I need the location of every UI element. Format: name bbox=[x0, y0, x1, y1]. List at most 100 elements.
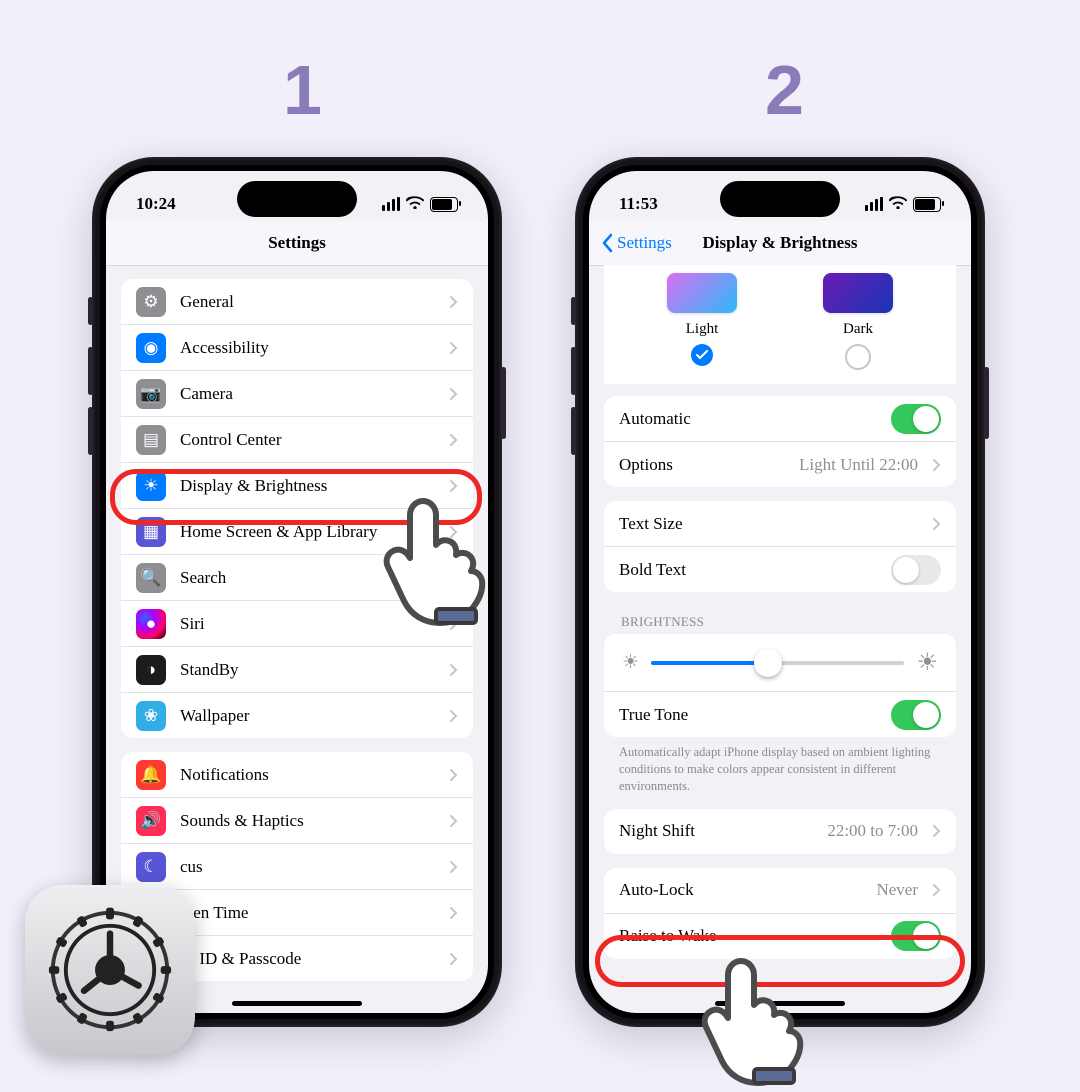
chevron-right-icon bbox=[449, 952, 458, 966]
chevron-right-icon bbox=[449, 617, 458, 631]
row-auto-lock[interactable]: Auto-Lock Never bbox=[604, 868, 956, 913]
chevron-right-icon bbox=[449, 663, 458, 677]
battery-icon bbox=[913, 197, 941, 212]
row-wallpaper[interactable]: ❀ Wallpaper bbox=[121, 692, 473, 738]
row-label: Home Screen & App Library bbox=[180, 522, 435, 542]
radio-unchecked-icon bbox=[845, 344, 871, 370]
chevron-right-icon bbox=[449, 709, 458, 723]
true-tone-footer: Automatically adapt iPhone display based… bbox=[619, 744, 941, 795]
chevron-right-icon bbox=[449, 768, 458, 782]
chevron-right-icon bbox=[449, 571, 458, 585]
row-label: Siri bbox=[180, 614, 435, 634]
back-button[interactable]: Settings bbox=[601, 233, 672, 253]
cellular-icon bbox=[382, 197, 400, 211]
brightness-slider[interactable] bbox=[651, 661, 904, 665]
appearance-dark[interactable]: Dark bbox=[823, 273, 893, 370]
sun-small-icon: ☀︎ bbox=[622, 651, 639, 674]
wifi-icon bbox=[889, 194, 907, 214]
siri-icon: ● bbox=[136, 609, 166, 639]
flower-icon: ❀ bbox=[136, 701, 166, 731]
chevron-right-icon bbox=[449, 906, 458, 920]
row-raise-to-wake[interactable]: Raise to Wake bbox=[604, 913, 956, 959]
row-home-screen-app-library[interactable]: ▦ Home Screen & App Library bbox=[121, 508, 473, 554]
accessibility-icon: ◉ bbox=[136, 333, 166, 363]
search-icon: 🔍 bbox=[136, 563, 166, 593]
row-focus[interactable]: ☾ cus bbox=[121, 843, 473, 889]
status-time: 10:24 bbox=[136, 194, 176, 214]
bell-icon: 🔔 bbox=[136, 760, 166, 790]
row-label: StandBy bbox=[180, 660, 435, 680]
row-sounds-haptics[interactable]: 🔊 Sounds & Haptics bbox=[121, 797, 473, 843]
row-options[interactable]: Options Light Until 22:00 bbox=[604, 441, 956, 487]
clock-icon: ◑ bbox=[136, 655, 166, 685]
switch-bold-text[interactable] bbox=[891, 555, 941, 585]
row-true-tone[interactable]: True Tone bbox=[604, 691, 956, 737]
dynamic-island bbox=[720, 181, 840, 217]
chevron-right-icon bbox=[932, 458, 941, 472]
row-notifications[interactable]: 🔔 Notifications bbox=[121, 752, 473, 797]
gear-icon: ⚙︎ bbox=[136, 287, 166, 317]
row-label: Sounds & Haptics bbox=[180, 811, 435, 831]
status-time: 11:53 bbox=[619, 194, 658, 214]
row-label: Accessibility bbox=[180, 338, 435, 358]
dark-thumbnail bbox=[823, 273, 893, 313]
switch-true-tone[interactable] bbox=[891, 700, 941, 730]
row-label: Camera bbox=[180, 384, 435, 404]
wifi-icon bbox=[406, 194, 424, 214]
row-standby[interactable]: ◑ StandBy bbox=[121, 646, 473, 692]
row-general[interactable]: ⚙︎ General bbox=[121, 279, 473, 324]
auto-lock-value: Never bbox=[876, 880, 918, 900]
page-title: Display & Brightness bbox=[703, 233, 858, 253]
appearance-dark-label: Dark bbox=[823, 321, 893, 338]
cellular-icon bbox=[865, 197, 883, 211]
chevron-right-icon bbox=[449, 387, 458, 401]
chevron-right-icon bbox=[449, 341, 458, 355]
step-number-2: 2 bbox=[765, 55, 804, 125]
row-automatic[interactable]: Automatic bbox=[604, 396, 956, 441]
appearance-light[interactable]: Light bbox=[667, 273, 737, 370]
options-value: Light Until 22:00 bbox=[799, 455, 918, 475]
row-label: Wallpaper bbox=[180, 706, 435, 726]
row-label: reen Time bbox=[180, 903, 435, 923]
row-label: ce ID & Passcode bbox=[180, 949, 435, 969]
moon-icon: ☾ bbox=[136, 852, 166, 882]
chevron-right-icon bbox=[932, 517, 941, 531]
chevron-right-icon bbox=[449, 860, 458, 874]
row-accessibility[interactable]: ◉ Accessibility bbox=[121, 324, 473, 370]
speaker-icon: 🔊 bbox=[136, 806, 166, 836]
appearance-picker: Light Dark bbox=[604, 265, 956, 384]
chevron-right-icon bbox=[932, 824, 941, 838]
chevron-right-icon bbox=[932, 883, 941, 897]
dynamic-island bbox=[237, 181, 357, 217]
sun-icon: ☀︎ bbox=[136, 471, 166, 501]
row-siri[interactable]: ● Siri bbox=[121, 600, 473, 646]
row-search[interactable]: 🔍 Search bbox=[121, 554, 473, 600]
chevron-right-icon bbox=[449, 295, 458, 309]
row-night-shift[interactable]: Night Shift 22:00 to 7:00 bbox=[604, 809, 956, 854]
settings-group-general: ⚙︎ General ◉ Accessibility 📷Camera▤Control C… bbox=[121, 279, 473, 738]
night-shift-value: 22:00 to 7:00 bbox=[827, 821, 918, 841]
chevron-right-icon bbox=[449, 433, 458, 447]
switch-automatic[interactable] bbox=[891, 404, 941, 434]
appearance-light-label: Light bbox=[667, 321, 737, 338]
grid-icon: ▦ bbox=[136, 517, 166, 547]
home-indicator bbox=[715, 1001, 845, 1006]
radio-checked-icon bbox=[691, 344, 713, 366]
row-label: Search bbox=[180, 568, 435, 588]
row-label: Notifications bbox=[180, 765, 435, 785]
row-label: General bbox=[180, 292, 435, 312]
phone-frame-2: 11:53 Settings Display & Brightness Ligh… bbox=[575, 157, 985, 1027]
row-bold-text[interactable]: Bold Text bbox=[604, 546, 956, 592]
battery-icon bbox=[430, 197, 458, 212]
row-control-center[interactable]: ▤Control Center bbox=[121, 416, 473, 462]
home-indicator bbox=[232, 1001, 362, 1006]
row-text-size[interactable]: Text Size bbox=[604, 501, 956, 546]
row-display-brightness[interactable]: ☀︎Display & Brightness bbox=[121, 462, 473, 508]
row-label: cus bbox=[180, 857, 435, 877]
switch-raise-to-wake[interactable] bbox=[891, 921, 941, 951]
settings-app-icon bbox=[25, 885, 195, 1055]
switches-icon: ▤ bbox=[136, 425, 166, 455]
section-header-brightness: BRIGHTNESS bbox=[621, 614, 939, 630]
row-camera[interactable]: 📷Camera bbox=[121, 370, 473, 416]
brightness-slider-row: ☀︎ ☀︎ bbox=[604, 634, 956, 691]
